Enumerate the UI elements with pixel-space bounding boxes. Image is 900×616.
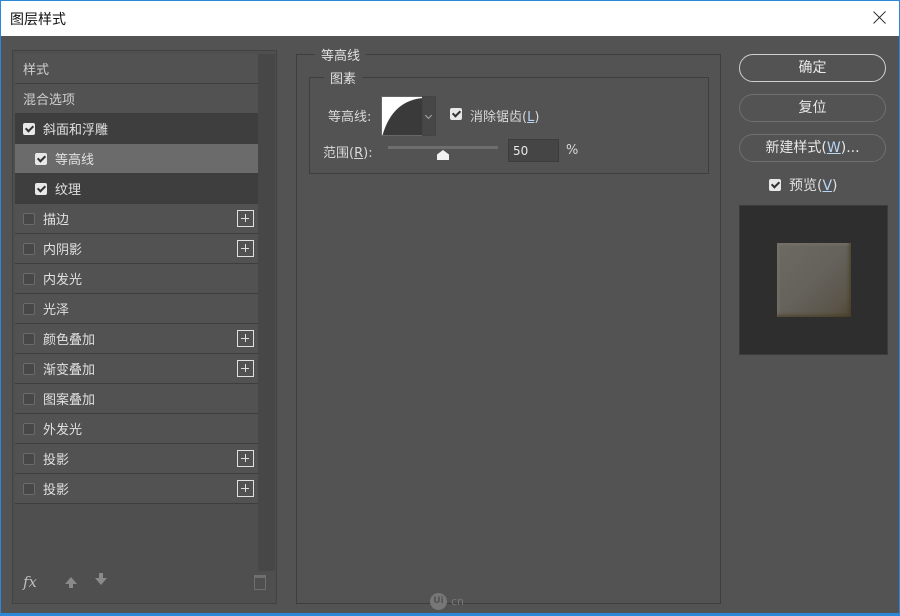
contour-dropdown[interactable]: [422, 96, 436, 136]
style-item-drop-shadow[interactable]: 投影: [15, 444, 258, 474]
styles-toolbar: fx: [23, 573, 268, 595]
add-icon[interactable]: [237, 240, 254, 257]
style-item-label: 纹理: [55, 183, 82, 198]
style-item-label: 描边: [43, 213, 70, 228]
checkbox[interactable]: [23, 482, 35, 495]
elements-group-title: 图素: [324, 68, 363, 87]
range-input[interactable]: [508, 139, 559, 162]
blend-options-item[interactable]: 混合选项: [15, 84, 258, 114]
watermark-logo-icon: Ui: [430, 593, 447, 610]
style-item-drop-shadow-2[interactable]: 投影: [15, 474, 258, 504]
checkbox[interactable]: [35, 152, 47, 165]
preview-checkbox[interactable]: [769, 179, 781, 191]
checkbox[interactable]: [23, 242, 35, 255]
style-item-stroke[interactable]: 描边: [15, 204, 258, 234]
watermark-text: cn: [451, 595, 465, 608]
style-item-color-overlay[interactable]: 颜色叠加: [15, 324, 258, 354]
checkbox[interactable]: [35, 182, 47, 195]
style-item-label: 斜面和浮雕: [43, 123, 109, 138]
style-item-texture[interactable]: 纹理: [15, 174, 258, 204]
add-icon[interactable]: [237, 480, 254, 497]
range-label: 范围(R):: [323, 146, 373, 161]
trash-icon[interactable]: [254, 575, 266, 590]
preview-swatch: [777, 243, 851, 317]
style-item-gradient-overlay[interactable]: 渐变叠加: [15, 354, 258, 384]
style-preview: [739, 205, 888, 355]
style-item-bevel-emboss[interactable]: 斜面和浮雕: [15, 114, 258, 144]
styles-header-label: 样式: [23, 63, 50, 78]
watermark: Ui cn: [430, 593, 464, 610]
styles-list: 样式 混合选项 斜面和浮雕 等高线 纹理 描边 内阴影 内发光 光泽 颜色叠加 …: [15, 54, 258, 504]
style-item-label: 颜色叠加: [43, 333, 96, 348]
add-icon[interactable]: [237, 450, 254, 467]
contour-label: 等高线:: [328, 110, 372, 125]
contour-curve-icon: [382, 97, 422, 135]
styles-header[interactable]: 样式: [15, 54, 258, 84]
contour-group-title: 等高线: [315, 45, 367, 64]
style-item-label: 内阴影: [43, 243, 83, 258]
style-item-label: 图案叠加: [43, 393, 96, 408]
checkbox[interactable]: [23, 272, 35, 285]
style-item-label: 投影: [43, 483, 70, 498]
anti-alias-checkbox[interactable]: [450, 108, 462, 120]
new-style-button[interactable]: 新建样式(W)...: [739, 134, 886, 162]
style-item-label: 内发光: [43, 273, 83, 288]
checkbox[interactable]: [23, 212, 35, 225]
add-icon[interactable]: [237, 360, 254, 377]
checkbox[interactable]: [23, 452, 35, 465]
add-icon[interactable]: [237, 330, 254, 347]
title-bar: 图层样式: [1, 1, 899, 36]
checkbox[interactable]: [23, 122, 35, 135]
close-icon[interactable]: [869, 7, 891, 29]
fx-icon[interactable]: fx: [23, 573, 37, 591]
style-item-contour[interactable]: 等高线: [15, 144, 258, 174]
checkbox[interactable]: [23, 302, 35, 315]
anti-alias-label: 消除锯齿(L): [470, 110, 540, 125]
checkbox[interactable]: [23, 332, 35, 345]
scrollbar[interactable]: [258, 54, 275, 571]
preview-toggle[interactable]: 预览(V): [769, 175, 838, 195]
arrow-up-icon[interactable]: [65, 577, 77, 588]
checkbox[interactable]: [23, 422, 35, 435]
style-item-label: 渐变叠加: [43, 363, 96, 378]
style-item-outer-glow[interactable]: 外发光: [15, 414, 258, 444]
checkbox[interactable]: [23, 362, 35, 375]
add-icon[interactable]: [237, 210, 254, 227]
contour-preview[interactable]: [381, 96, 423, 136]
style-item-satin[interactable]: 光泽: [15, 294, 258, 324]
preview-label: 预览(V): [789, 178, 838, 194]
style-item-pattern-overlay[interactable]: 图案叠加: [15, 384, 258, 414]
style-item-label: 等高线: [55, 153, 95, 168]
dialog-title: 图层样式: [10, 12, 66, 28]
range-slider[interactable]: [388, 146, 498, 149]
range-unit: %: [566, 143, 579, 158]
style-item-inner-shadow[interactable]: 内阴影: [15, 234, 258, 264]
reset-button[interactable]: 复位: [739, 94, 886, 122]
checkbox[interactable]: [23, 392, 35, 405]
blend-options-label: 混合选项: [23, 93, 76, 108]
styles-panel: 样式 混合选项 斜面和浮雕 等高线 纹理 描边 内阴影 内发光 光泽 颜色叠加 …: [12, 50, 277, 604]
arrow-down-icon[interactable]: [95, 573, 107, 585]
style-item-label: 外发光: [43, 423, 83, 438]
style-item-label: 光泽: [43, 303, 70, 318]
style-item-inner-glow[interactable]: 内发光: [15, 264, 258, 294]
ok-button[interactable]: 确定: [739, 54, 886, 82]
style-item-label: 投影: [43, 453, 70, 468]
